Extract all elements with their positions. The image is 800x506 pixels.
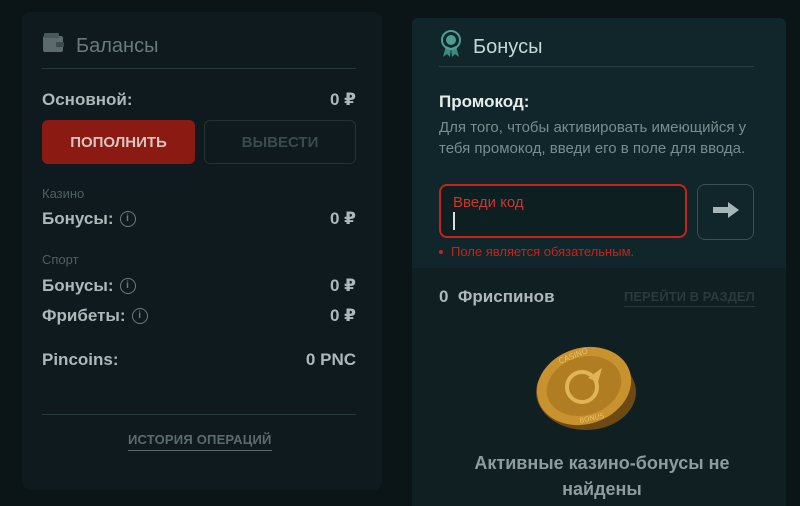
empty-bonuses-message: Активные казино-бонусы не найдены xyxy=(474,453,730,499)
casino-bonus-coin-image: CASINO BONUS xyxy=(530,340,640,440)
main-balance-label: Основной: xyxy=(42,90,133,109)
freebets-label: Фрибеты: xyxy=(42,306,126,325)
error-bullet xyxy=(439,249,443,254)
promo-error-text: Поле является обязательным. xyxy=(451,244,635,259)
pincoins-row: Pincoins: 0 PNC xyxy=(42,350,356,370)
promo-label: Промокод: xyxy=(439,92,530,111)
info-icon[interactable]: i xyxy=(131,308,148,324)
promo-submit-button[interactable] xyxy=(697,184,754,240)
pincoins-value: 0 PNC xyxy=(305,350,356,369)
goto-section-link[interactable]: ПЕРЕЙТИ В РАЗДЕЛ xyxy=(624,289,755,307)
casino-bonus-label: Бонусы: xyxy=(42,209,114,228)
pincoins-label: Pincoins: xyxy=(42,350,119,369)
balances-header: Балансы xyxy=(42,32,158,60)
header-divider xyxy=(439,66,754,67)
award-icon xyxy=(439,30,463,64)
promo-description: Для того, чтобы активировать имеющийся у… xyxy=(439,119,747,157)
deposit-button[interactable]: ПОПОЛНИТЬ xyxy=(42,120,195,164)
text-caret xyxy=(453,212,455,230)
casino-bonus-row: Бонусы: i 0 ₽ xyxy=(42,209,356,229)
bonuses-panel: Бонусы Промокод: Для того, чтобы активир… xyxy=(412,18,786,268)
info-icon[interactable]: i xyxy=(119,278,136,294)
footer-divider xyxy=(42,414,356,415)
freespins-count: 0 Фриспинов xyxy=(439,287,555,306)
history-link[interactable]: ИСТОРИЯ ОПЕРАЦИЙ xyxy=(128,432,272,451)
promo-placeholder: Введи код xyxy=(453,194,524,211)
balances-title: Балансы xyxy=(76,34,159,57)
info-icon[interactable]: i xyxy=(119,211,136,227)
promo-error: Поле является обязательным. xyxy=(439,244,634,259)
freebets-row: Фрибеты: i 0 ₽ xyxy=(42,306,356,326)
balances-panel: Балансы Основной: 0 ₽ ПОПОЛНИТЬ ВЫВЕСТИ … xyxy=(22,12,382,490)
wallet-icon xyxy=(42,32,66,60)
bonuses-header: Бонусы xyxy=(439,30,542,64)
freespins-panel: 0 Фриспинов ПЕРЕЙТИ В РАЗДЕЛ CASINO BONU… xyxy=(412,268,786,506)
main-balance-row: Основной: 0 ₽ xyxy=(42,90,356,110)
bonuses-title: Бонусы xyxy=(473,35,543,58)
sport-bonus-label: Бонусы: xyxy=(42,276,114,295)
sport-bonus-row: Бонусы: i 0 ₽ xyxy=(42,276,356,296)
freebets-value: 0 ₽ xyxy=(329,306,356,325)
sport-section-label: Спорт xyxy=(42,252,79,267)
withdraw-button[interactable]: ВЫВЕСТИ xyxy=(204,120,356,164)
casino-section-label: Казино xyxy=(42,186,85,201)
arrow-right-icon xyxy=(712,201,740,224)
casino-bonus-value: 0 ₽ xyxy=(329,209,356,228)
header-divider xyxy=(42,68,356,69)
sport-bonus-value: 0 ₽ xyxy=(329,276,356,295)
promo-code-input[interactable]: Введи код xyxy=(439,184,687,238)
main-balance-value: 0 ₽ xyxy=(329,90,356,109)
